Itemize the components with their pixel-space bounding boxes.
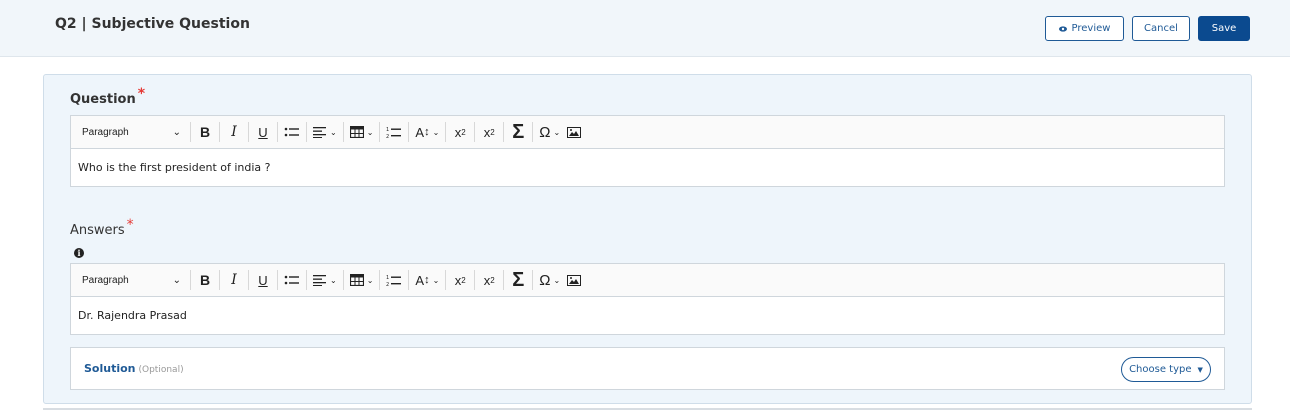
answers-content[interactable]: Dr. Rajendra Prasad — [71, 297, 1224, 334]
question-editor-toolbar: Paragraph ⌄ B I U ⌄ ⌄ 12 A ↕ ⌄ x2 x2 Σ Ω… — [71, 116, 1224, 149]
sigma-icon[interactable]: Σ — [507, 121, 529, 143]
subscript-icon[interactable]: x2 — [449, 269, 471, 291]
toolbar-divider — [445, 122, 447, 142]
toolbar-divider — [342, 122, 344, 142]
toolbar-divider — [408, 270, 410, 290]
image-icon[interactable] — [563, 269, 585, 291]
toolbar-divider — [342, 270, 344, 290]
question-content[interactable]: Who is the first president of india ? — [71, 149, 1224, 186]
paragraph-format-select[interactable]: Paragraph ⌄ — [77, 121, 187, 143]
chevron-down-icon: ⌄ — [330, 127, 337, 137]
toolbar-divider — [445, 270, 447, 290]
subscript-icon[interactable]: x2 — [449, 121, 471, 143]
toolbar-divider — [219, 122, 220, 142]
numbered-list-icon[interactable]: 12 — [383, 269, 405, 291]
solution-optional-label: (Optional) — [138, 365, 184, 375]
paragraph-format-select[interactable]: Paragraph ⌄ — [77, 269, 187, 291]
chevron-down-icon: ⌄ — [366, 127, 374, 137]
bold-icon[interactable]: B — [194, 121, 216, 143]
align-left-icon[interactable]: ⌄ — [310, 121, 340, 143]
info-icon[interactable]: i — [74, 248, 84, 258]
align-left-icon[interactable]: ⌄ — [310, 269, 340, 291]
special-character-icon[interactable]: Ω ⌄ — [536, 269, 563, 291]
chevron-down-icon: ⌄ — [172, 274, 181, 286]
answers-editor[interactable]: Paragraph ⌄ B I U ⌄ ⌄ 12 A ↕ ⌄ x2 x2 Σ Ω… — [70, 263, 1225, 335]
caret-down-icon: ▼ — [1197, 365, 1203, 374]
toolbar-divider — [474, 122, 476, 142]
svg-text:1: 1 — [386, 275, 389, 281]
svg-text:1: 1 — [386, 127, 389, 133]
toolbar-divider — [306, 122, 307, 142]
chevron-down-icon: ⌄ — [432, 127, 440, 137]
toolbar-divider — [190, 270, 191, 290]
image-icon[interactable] — [563, 121, 585, 143]
paragraph-format-value: Paragraph — [82, 126, 129, 138]
font-size-icon[interactable]: A ↕ ⌄ — [412, 269, 442, 291]
italic-icon[interactable]: I — [223, 121, 245, 143]
underline-icon[interactable]: U — [252, 121, 274, 143]
svg-text:2: 2 — [386, 134, 389, 139]
eye-icon — [1058, 25, 1067, 32]
preview-button[interactable]: Preview — [1045, 16, 1124, 41]
divider — [43, 408, 1252, 410]
answers-editor-toolbar: Paragraph ⌄ B I U ⌄ ⌄ 12 A ↕ ⌄ x2 x2 Σ Ω… — [71, 264, 1224, 297]
toolbar-divider — [277, 270, 278, 290]
special-character-icon[interactable]: Ω ⌄ — [536, 121, 563, 143]
preview-button-label: Preview — [1071, 23, 1111, 34]
numbered-list-icon[interactable]: 12 — [383, 121, 405, 143]
paragraph-format-value: Paragraph — [82, 274, 129, 286]
question-label: Question * — [70, 86, 145, 107]
chevron-down-icon: ⌄ — [330, 275, 337, 285]
header-bar: Q2 | Subjective Question Preview Cancel … — [0, 0, 1290, 57]
table-icon[interactable]: ⌄ — [347, 121, 377, 143]
svg-text:2: 2 — [386, 282, 389, 287]
toolbar-divider — [306, 270, 307, 290]
choose-type-button[interactable]: Choose type ▼ — [1121, 357, 1211, 382]
sigma-icon[interactable]: Σ — [507, 269, 529, 291]
table-icon[interactable]: ⌄ — [347, 269, 377, 291]
required-mark: * — [126, 217, 134, 233]
toolbar-divider — [532, 270, 534, 290]
cancel-button[interactable]: Cancel — [1132, 16, 1190, 41]
superscript-icon[interactable]: x2 — [478, 269, 500, 291]
toolbar-divider — [474, 270, 476, 290]
toolbar-divider — [219, 270, 220, 290]
choose-type-label: Choose type — [1129, 364, 1192, 375]
toolbar-divider — [379, 122, 381, 142]
toolbar-divider — [503, 270, 505, 290]
toolbar-divider — [408, 122, 410, 142]
solution-label-text: Solution — [84, 362, 136, 375]
bulleted-list-icon[interactable] — [281, 269, 303, 291]
superscript-icon[interactable]: x2 — [478, 121, 500, 143]
question-label-text: Question — [70, 92, 136, 107]
toolbar-divider — [503, 122, 505, 142]
font-size-icon[interactable]: A ↕ ⌄ — [412, 121, 442, 143]
bulleted-list-icon[interactable] — [281, 121, 303, 143]
save-button[interactable]: Save — [1198, 16, 1250, 41]
solution-label: Solution (Optional) — [84, 362, 184, 375]
toolbar-divider — [379, 270, 381, 290]
toolbar-divider — [248, 270, 249, 290]
chevron-down-icon: ⌄ — [366, 275, 374, 285]
toolbar-divider — [190, 122, 191, 142]
question-editor[interactable]: Paragraph ⌄ B I U ⌄ ⌄ 12 A ↕ ⌄ x2 x2 Σ Ω… — [70, 115, 1225, 187]
chevron-down-icon: ⌄ — [553, 127, 561, 137]
toolbar-divider — [277, 122, 278, 142]
page-title: Q2 | Subjective Question — [55, 16, 250, 32]
chevron-down-icon: ⌄ — [432, 275, 440, 285]
chevron-down-icon: ⌄ — [172, 126, 181, 138]
required-mark: * — [137, 86, 146, 102]
toolbar-divider — [248, 122, 249, 142]
solution-panel: Solution (Optional) Choose type ▼ — [70, 347, 1225, 390]
answers-label-text: Answers — [70, 223, 125, 238]
answers-label: Answers * — [70, 217, 134, 238]
bold-icon[interactable]: B — [194, 269, 216, 291]
underline-icon[interactable]: U — [252, 269, 274, 291]
italic-icon[interactable]: I — [223, 269, 245, 291]
chevron-down-icon: ⌄ — [553, 275, 561, 285]
toolbar-divider — [532, 122, 534, 142]
